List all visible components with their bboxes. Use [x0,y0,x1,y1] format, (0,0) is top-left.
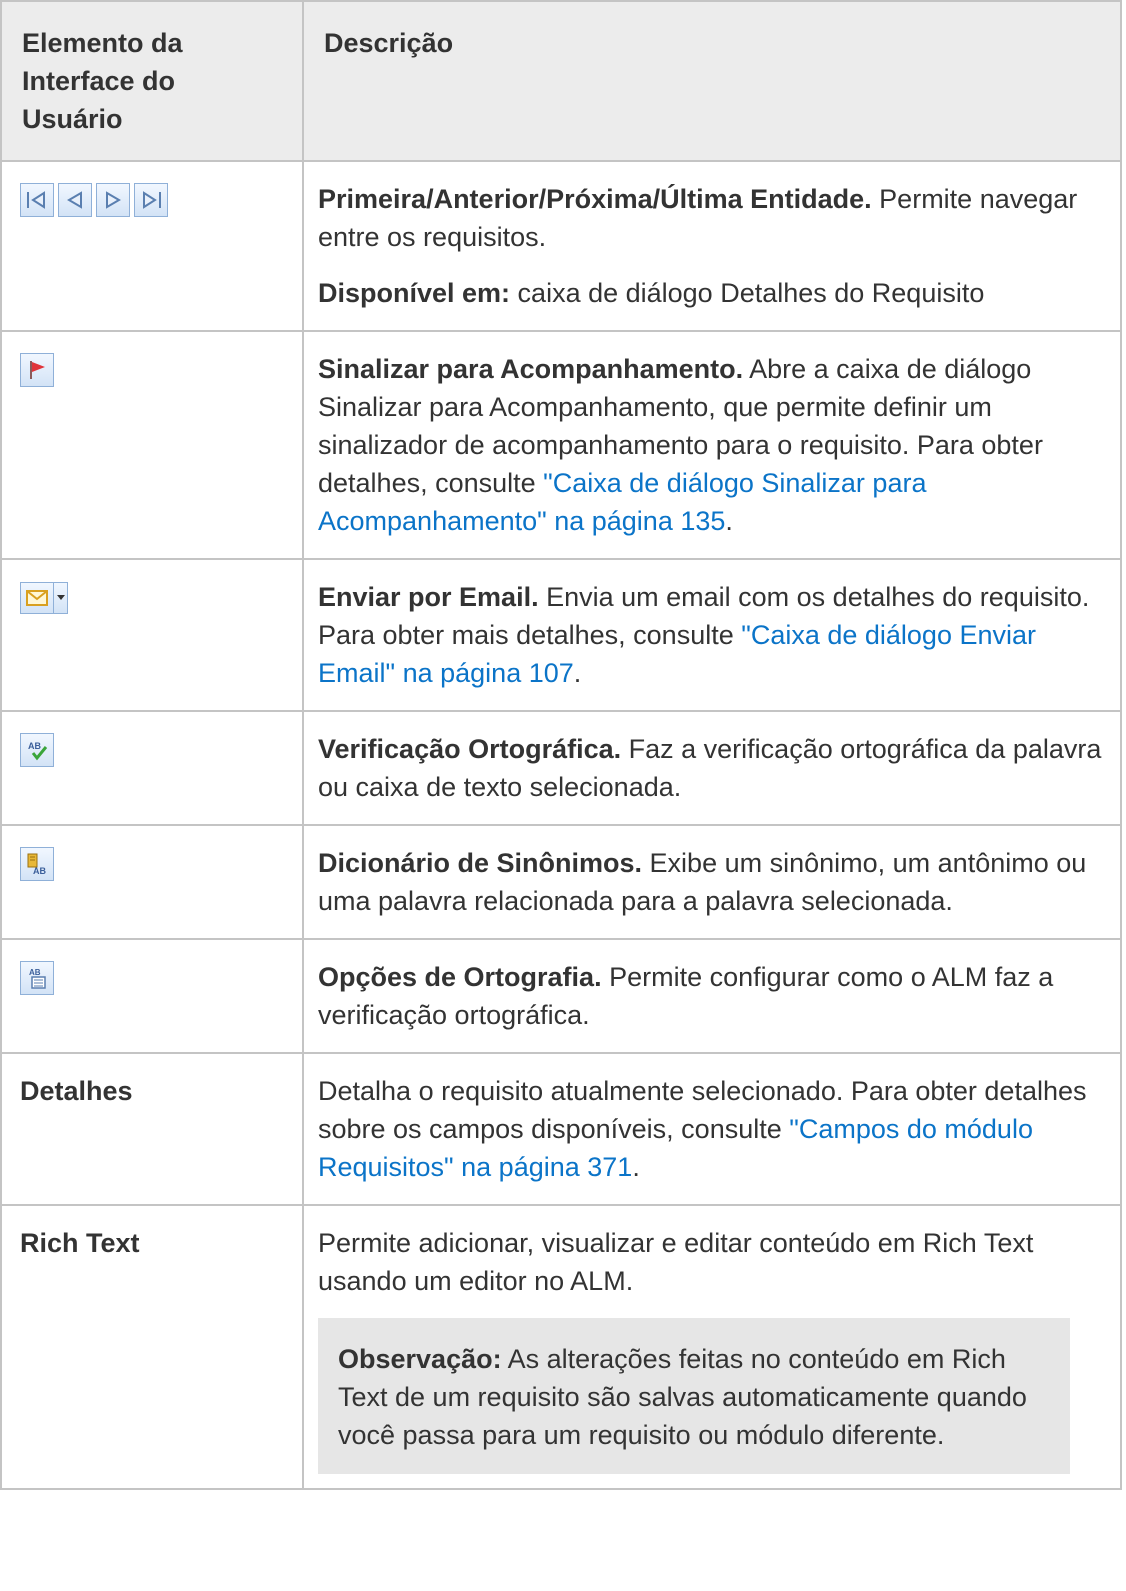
spell-description: Verificação Ortográfica. Faz a verificaç… [302,710,1122,826]
details-description: Detalha o requisito atualmente seleciona… [302,1052,1122,1206]
spell-title: Verificação Ortográfica. [318,734,622,764]
nav-available-text: caixa de diálogo Detalhes do Requisito [510,278,985,308]
email-after: . [573,658,582,688]
svg-text:AB: AB [33,866,46,876]
email-icon[interactable] [20,582,54,614]
table-row-email: Enviar por Email. Envia um email com os … [0,558,1122,712]
table-row-spelling-options: AB Opções de Ortografia. Permite configu… [0,938,1122,1054]
details-label: Detalhes [0,1052,304,1206]
nav-title: Primeira/Anterior/Próxima/Última Entidad… [318,184,872,214]
chevron-down-icon[interactable] [54,582,68,614]
nav-icons-cell [0,160,304,332]
thesaurus-description: Dicionário de Sinônimos. Exibe um sinôni… [302,824,1122,940]
flag-title: Sinalizar para Acompanhamento. [318,354,744,384]
previous-entity-icon[interactable] [58,183,92,217]
header-ui-element: Elemento da Interface do Usuário [0,0,304,162]
ui-elements-table: Elemento da Interface do Usuário Descriç… [0,0,1122,1490]
email-title: Enviar por Email. [318,582,539,612]
next-entity-icon[interactable] [96,183,130,217]
rich-text-text: Permite adicionar, visualizar e editar c… [318,1228,1034,1296]
flag-icon-cell [0,330,304,560]
spell-icon-cell: AB [0,710,304,826]
svg-text:AB: AB [28,741,41,751]
rich-text-label: Rich Text [0,1204,304,1490]
rich-text-description: Permite adicionar, visualizar e editar c… [302,1204,1122,1490]
thesaurus-title: Dicionário de Sinônimos. [318,848,643,878]
table-row-spell-check: AB Verificação Ortográfica. Faz a verifi… [0,710,1122,826]
spell-check-icon[interactable]: AB [20,733,54,767]
flag-icon[interactable] [20,353,54,387]
thesaurus-icon-cell: AB [0,824,304,940]
table-row-flag: Sinalizar para Acompanhamento. Abre a ca… [0,330,1122,560]
table-row-details: Detalhes Detalha o requisito atualmente … [0,1052,1122,1206]
email-description: Enviar por Email. Envia um email com os … [302,558,1122,712]
details-after: . [632,1152,640,1182]
note-label: Observação: [338,1344,502,1374]
header-description: Descrição [302,0,1122,162]
spell-options-description: Opções de Ortografia. Permite configurar… [302,938,1122,1054]
spelling-options-icon[interactable]: AB [20,961,54,995]
svg-text:AB: AB [29,968,41,977]
flag-description: Sinalizar para Acompanhamento. Abre a ca… [302,330,1122,560]
last-entity-icon[interactable] [134,183,168,217]
table-row-rich-text: Rich Text Permite adicionar, visualizar … [0,1204,1122,1490]
thesaurus-icon[interactable]: AB [20,847,54,881]
email-button[interactable] [20,578,288,614]
nav-available-label: Disponível em: [318,278,511,308]
nav-description: Primeira/Anterior/Próxima/Última Entidad… [302,160,1122,332]
first-entity-icon[interactable] [20,183,54,217]
table-row-thesaurus: AB Dicionário de Sinônimos. Exibe um sin… [0,824,1122,940]
email-icon-cell [0,558,304,712]
table-row-navigation: Primeira/Anterior/Próxima/Última Entidad… [0,160,1122,332]
spell-options-icon-cell: AB [0,938,304,1054]
table-header-row: Elemento da Interface do Usuário Descriç… [0,0,1122,162]
note-box: Observação: As alterações feitas no cont… [318,1318,1070,1474]
flag-after: . [725,506,733,536]
spell-options-title: Opções de Ortografia. [318,962,602,992]
